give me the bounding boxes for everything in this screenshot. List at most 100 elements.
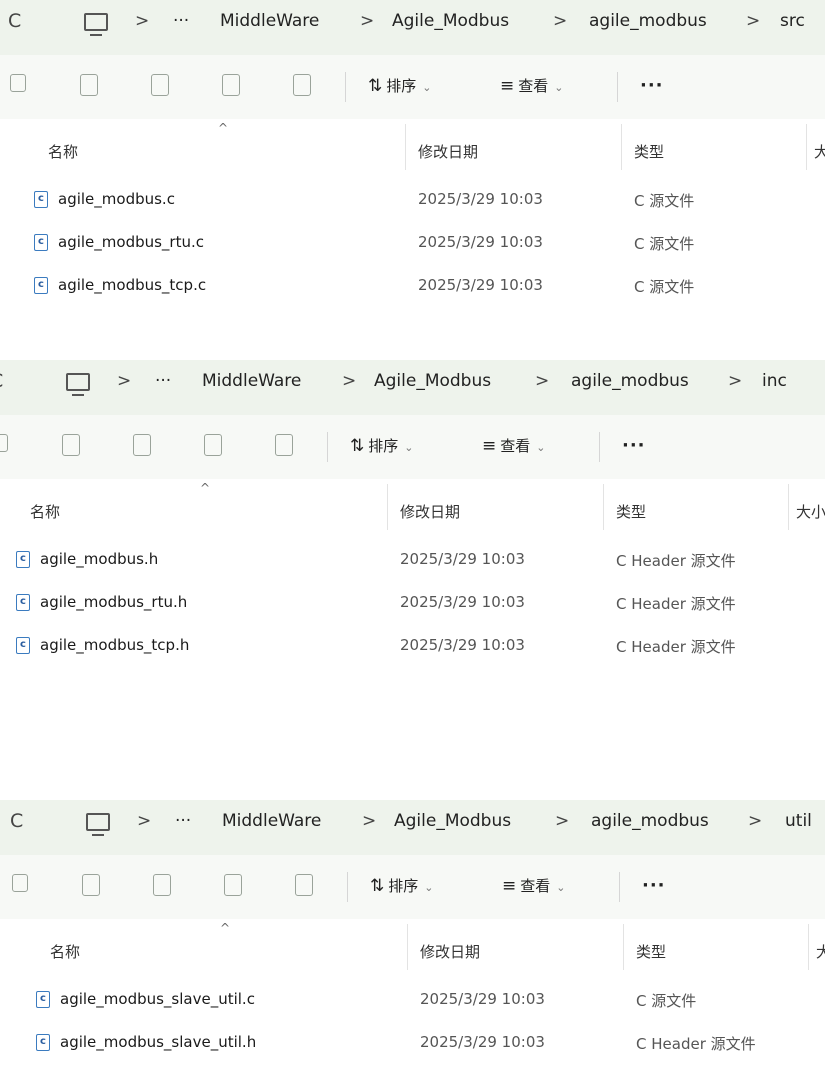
- file-row[interactable]: c agile_modbus.c 2025/3/29 10:03 C 源文件: [0, 183, 825, 219]
- file-row[interactable]: c agile_modbus_tcp.h 2025/3/29 10:03 C Head…: [0, 629, 825, 665]
- more-options-button[interactable]: ···: [622, 435, 646, 456]
- file-modified-date: 2025/3/29 10:03: [418, 190, 543, 208]
- breadcrumb-overflow-button[interactable]: ···: [175, 811, 191, 831]
- breadcrumb-item[interactable]: inc: [762, 371, 787, 391]
- breadcrumb-overflow-button[interactable]: ···: [173, 11, 189, 31]
- breadcrumb-item[interactable]: MiddleWare: [202, 371, 301, 391]
- more-options-button[interactable]: ···: [642, 875, 666, 896]
- more-options-button[interactable]: ···: [640, 75, 664, 96]
- breadcrumb-item[interactable]: MiddleWare: [220, 11, 319, 31]
- view-label: 查看: [500, 437, 531, 455]
- column-header-date[interactable]: 修改日期: [400, 501, 460, 522]
- column-divider[interactable]: [808, 924, 809, 970]
- column-header-name[interactable]: 名称: [50, 941, 80, 962]
- column-header-size[interactable]: 大小: [796, 501, 825, 522]
- breadcrumb-chevron[interactable]: >: [535, 371, 549, 391]
- breadcrumb-chevron[interactable]: >: [362, 811, 376, 831]
- column-divider[interactable]: [387, 484, 388, 530]
- column-header-type[interactable]: 类型: [634, 141, 664, 162]
- file-row[interactable]: c agile_modbus_tcp.c 2025/3/29 10:03 C 源文件: [0, 269, 825, 305]
- paste-icon[interactable]: [62, 434, 80, 456]
- breadcrumb-item[interactable]: src: [780, 11, 805, 31]
- c-file-icon: c: [36, 1034, 50, 1051]
- breadcrumb-item[interactable]: Agile_Modbus: [392, 11, 509, 31]
- paste-icon[interactable]: [82, 874, 100, 896]
- command-bar: ⇅ 排序 ⌄ ≡ 查看 ⌄ ···: [0, 415, 825, 479]
- sort-button[interactable]: ⇅ 排序 ⌄: [350, 435, 413, 456]
- view-icon: ≡: [500, 76, 515, 96]
- file-type: C 源文件: [634, 192, 695, 210]
- column-header-size[interactable]: 大小: [814, 141, 825, 162]
- breadcrumb-item[interactable]: agile_modbus: [589, 11, 707, 31]
- breadcrumb-item[interactable]: Agile_Modbus: [394, 811, 511, 831]
- file-row[interactable]: c agile_modbus_rtu.c 2025/3/29 10:03 C 源文件: [0, 226, 825, 262]
- breadcrumb-chevron[interactable]: >: [360, 11, 374, 31]
- computer-icon[interactable]: [86, 813, 110, 836]
- column-divider[interactable]: [603, 484, 604, 530]
- share-icon[interactable]: [204, 434, 222, 456]
- file-row[interactable]: c agile_modbus_slave_util.h 2025/3/29 10:0…: [0, 1026, 825, 1062]
- delete-icon[interactable]: [295, 874, 313, 896]
- column-header-type[interactable]: 类型: [636, 941, 666, 962]
- file-modified-date: 2025/3/29 10:03: [420, 990, 545, 1008]
- column-divider[interactable]: [788, 484, 789, 530]
- refresh-icon[interactable]: C: [0, 370, 3, 392]
- share-icon[interactable]: [222, 74, 240, 96]
- breadcrumb-item[interactable]: agile_modbus: [591, 811, 709, 831]
- breadcrumb-chevron[interactable]: >: [555, 811, 569, 831]
- breadcrumb-chevron[interactable]: >: [746, 11, 760, 31]
- breadcrumb-chevron[interactable]: >: [748, 811, 762, 831]
- view-button[interactable]: ≡ 查看 ⌄: [502, 875, 565, 896]
- view-button[interactable]: ≡ 查看 ⌄: [500, 75, 563, 96]
- breadcrumb-chevron[interactable]: >: [137, 811, 151, 831]
- column-header-name[interactable]: 名称: [48, 141, 78, 162]
- breadcrumb-overflow-button[interactable]: ···: [155, 371, 171, 391]
- sort-button[interactable]: ⇅ 排序 ⌄: [368, 75, 431, 96]
- copy-icon[interactable]: [10, 74, 26, 92]
- file-modified-date: 2025/3/29 10:03: [400, 593, 525, 611]
- computer-icon[interactable]: [66, 373, 90, 396]
- column-header-type[interactable]: 类型: [616, 501, 646, 522]
- delete-icon[interactable]: [293, 74, 311, 96]
- paste-icon[interactable]: [80, 74, 98, 96]
- breadcrumb-item[interactable]: MiddleWare: [222, 811, 321, 831]
- breadcrumb-chevron[interactable]: >: [135, 11, 149, 31]
- column-divider[interactable]: [405, 124, 406, 170]
- copy-icon[interactable]: [12, 874, 28, 892]
- c-file-icon: c: [34, 234, 48, 251]
- computer-icon[interactable]: [84, 13, 108, 36]
- rename-icon[interactable]: [133, 434, 151, 456]
- file-type: C Header 源文件: [616, 595, 736, 613]
- file-row[interactable]: c agile_modbus_slave_util.c 2025/3/29 10:0…: [0, 983, 825, 1019]
- file-name: agile_modbus_slave_util.h: [60, 1033, 257, 1051]
- copy-icon[interactable]: [0, 434, 8, 452]
- breadcrumb-item[interactable]: util: [785, 811, 812, 831]
- refresh-icon[interactable]: C: [8, 10, 21, 32]
- breadcrumb-item[interactable]: Agile_Modbus: [374, 371, 491, 391]
- share-icon[interactable]: [224, 874, 242, 896]
- rename-icon[interactable]: [153, 874, 171, 896]
- column-header-size[interactable]: 大小: [816, 941, 825, 962]
- file-row[interactable]: c agile_modbus.h 2025/3/29 10:03 C Header 源…: [0, 543, 825, 579]
- file-type: C 源文件: [634, 235, 695, 253]
- file-row[interactable]: c agile_modbus_rtu.h 2025/3/29 10:03 C Head…: [0, 586, 825, 622]
- breadcrumb-chevron[interactable]: >: [117, 371, 131, 391]
- column-header-date[interactable]: 修改日期: [420, 941, 480, 962]
- column-header-date[interactable]: 修改日期: [418, 141, 478, 162]
- column-header-name[interactable]: 名称: [30, 501, 60, 522]
- sort-icon: ⇅: [370, 876, 385, 896]
- view-button[interactable]: ≡ 查看 ⌄: [482, 435, 545, 456]
- rename-icon[interactable]: [151, 74, 169, 96]
- delete-icon[interactable]: [275, 434, 293, 456]
- refresh-icon[interactable]: C: [10, 810, 23, 832]
- chevron-down-icon: ⌄: [536, 441, 546, 454]
- column-divider[interactable]: [621, 124, 622, 170]
- sort-button[interactable]: ⇅ 排序 ⌄: [370, 875, 433, 896]
- breadcrumb-chevron[interactable]: >: [728, 371, 742, 391]
- breadcrumb-item[interactable]: agile_modbus: [571, 371, 689, 391]
- breadcrumb-chevron[interactable]: >: [342, 371, 356, 391]
- column-divider[interactable]: [623, 924, 624, 970]
- column-divider[interactable]: [806, 124, 807, 170]
- column-divider[interactable]: [407, 924, 408, 970]
- breadcrumb-chevron[interactable]: >: [553, 11, 567, 31]
